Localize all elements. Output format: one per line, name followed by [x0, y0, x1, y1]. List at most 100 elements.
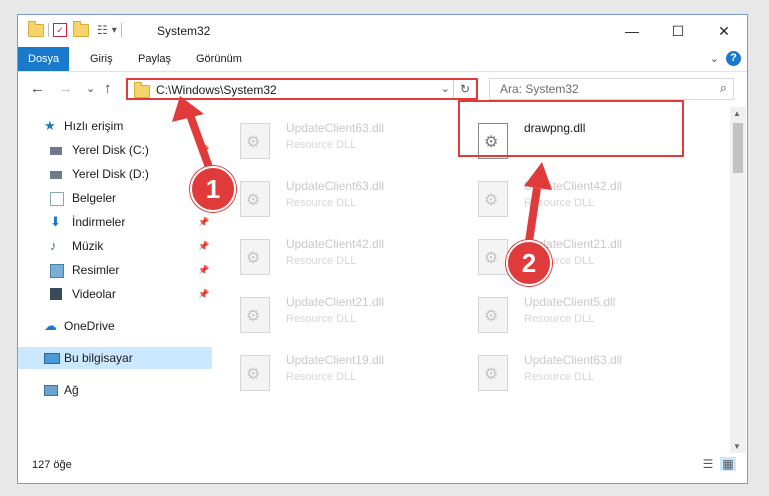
view-icon[interactable]: ☷	[97, 23, 108, 37]
close-button[interactable]: ✕	[701, 15, 747, 47]
sidebar-item-label: Yerel Disk (D:)	[72, 167, 149, 181]
scroll-up-icon[interactable]: ▲	[733, 109, 741, 118]
file-item[interactable]: UpdateClient5.dll Resource DLL	[466, 289, 696, 341]
file-item[interactable]: UpdateClient63.dll Resource DLL	[228, 115, 458, 167]
dll-file-icon	[240, 355, 270, 391]
sidebar-item-label: Ağ	[64, 383, 79, 397]
pin-icon[interactable]: 📌	[198, 283, 209, 305]
address-bar[interactable]: C:\Windows\System32 ⌄ ↻	[126, 78, 478, 100]
sidebar-item-quick-access[interactable]: ★ Hızlı erişim	[18, 115, 212, 137]
dll-file-icon	[240, 123, 270, 159]
quick-access-toolbar: ✓ ☷ ▾	[28, 20, 126, 37]
dll-file-icon	[240, 297, 270, 333]
file-type: Resource DLL	[286, 255, 357, 267]
dll-file-icon	[240, 239, 270, 275]
sidebar-item-label: İndirmeler	[72, 215, 126, 229]
file-item[interactable]: UpdateClient42.dll Resource DLL	[466, 173, 696, 225]
pin-icon[interactable]: 📌	[198, 259, 209, 281]
minimize-button[interactable]: —	[609, 15, 655, 47]
title-bar: ✓ ☷ ▾ System32 — ☐ ✕	[18, 15, 747, 47]
target-file-highlight	[458, 100, 684, 157]
tab-gorunum[interactable]: Görünüm	[186, 47, 252, 71]
sidebar-item-music[interactable]: ♪ Müzik 📌	[18, 235, 212, 257]
file-item[interactable]: UpdateClient63.dll Resource DLL	[228, 173, 458, 225]
scroll-down-icon[interactable]: ▼	[733, 442, 741, 451]
vertical-scrollbar[interactable]: ▲ ▼	[730, 107, 746, 453]
recent-locations-button[interactable]: ⌄	[86, 82, 95, 95]
pin-icon[interactable]: 📌	[198, 235, 209, 257]
sidebar-item-videos[interactable]: Videolar 📌	[18, 283, 212, 305]
folder-icon	[134, 82, 150, 98]
sidebar-item-label: Resimler	[72, 263, 120, 277]
sidebar-item-label: OneDrive	[64, 319, 115, 333]
music-icon: ♪	[50, 238, 57, 253]
pictures-icon	[50, 264, 64, 278]
file-type: Resource DLL	[286, 139, 357, 151]
file-name: UpdateClient63.dll	[286, 121, 385, 135]
file-item[interactable]: UpdateClient42.dll Resource DLL	[228, 231, 458, 283]
sidebar-item-label: Müzik	[72, 239, 104, 253]
documents-icon	[50, 192, 64, 206]
star-icon: ★	[44, 118, 56, 133]
network-icon	[44, 385, 58, 396]
search-icon[interactable]: ⌕	[720, 80, 727, 96]
refresh-button[interactable]: ↻	[453, 80, 476, 98]
large-icons-view-icon[interactable]: ▦	[720, 457, 736, 471]
drive-icon	[50, 147, 62, 155]
dll-file-icon	[478, 355, 508, 391]
sidebar-item-downloads[interactable]: ⬇ İndirmeler 📌	[18, 211, 212, 233]
file-type: Resource DLL	[286, 313, 357, 325]
file-name: UpdateClient19.dll	[286, 353, 385, 367]
dll-file-icon	[478, 297, 508, 333]
search-box[interactable]: Ara: System32 ⌕	[489, 78, 734, 100]
sidebar-item-label: Videolar	[72, 287, 116, 301]
sidebar-item-network[interactable]: Ağ	[18, 379, 212, 401]
pin-icon[interactable]: 📌	[198, 139, 209, 161]
back-button[interactable]: ←	[30, 80, 45, 97]
tab-dosya[interactable]: Dosya	[18, 47, 70, 71]
sidebar-item-this-pc[interactable]: Bu bilgisayar	[18, 347, 212, 369]
file-item[interactable]: UpdateClient19.dll Resource DLL	[228, 347, 458, 399]
sidebar-item-pictures[interactable]: Resimler 📌	[18, 259, 212, 281]
sidebar-item-label: Belgeler	[72, 191, 117, 205]
downloads-icon: ⬇	[50, 214, 61, 229]
tab-giris[interactable]: Giriş	[80, 47, 123, 71]
up-button[interactable]: ↑	[104, 80, 112, 97]
tab-paylas[interactable]: Paylaş	[128, 47, 181, 71]
file-name: UpdateClient63.dll	[286, 179, 385, 193]
sidebar-item-onedrive[interactable]: ☁ OneDrive	[18, 315, 212, 337]
sidebar-item-disk-d[interactable]: Yerel Disk (D:) 📌	[18, 163, 212, 185]
onedrive-icon: ☁	[44, 318, 57, 333]
customize-toolbar-icon[interactable]: ▾	[112, 25, 117, 36]
forward-button[interactable]: →	[58, 80, 73, 97]
address-path[interactable]: C:\Windows\System32	[156, 83, 277, 97]
sidebar-item-label: Hızlı erişim	[64, 119, 124, 133]
scrollbar-thumb[interactable]	[733, 123, 743, 173]
toolbar-divider	[120, 23, 122, 37]
file-type: Resource DLL	[286, 371, 357, 383]
file-item[interactable]: UpdateClient21.dll Resource DLL	[228, 289, 458, 341]
properties-icon[interactable]: ✓	[53, 23, 67, 37]
file-name: UpdateClient21.dll	[286, 295, 385, 309]
dll-file-icon	[240, 181, 270, 217]
dll-file-icon	[478, 181, 508, 217]
sidebar-item-disk-c[interactable]: Yerel Disk (C:) 📌	[18, 139, 212, 161]
maximize-button[interactable]: ☐	[655, 15, 701, 47]
collapse-ribbon-icon[interactable]: ⌄	[710, 52, 719, 65]
window-title: System32	[157, 24, 211, 38]
help-icon[interactable]: ?	[726, 51, 741, 66]
address-dropdown-icon[interactable]: ⌄	[441, 82, 450, 95]
file-type: Resource DLL	[524, 313, 595, 325]
file-item[interactable]: UpdateClient21.dll Resource DLL	[466, 231, 696, 283]
new-folder-icon[interactable]	[73, 20, 89, 37]
sidebar-item-documents[interactable]: Belgeler 📌	[18, 187, 212, 209]
item-count: 127 öğe	[32, 459, 72, 471]
pin-icon[interactable]: 📌	[198, 211, 209, 233]
file-item[interactable]: UpdateClient63.dll Resource DLL	[466, 347, 696, 399]
step-1-badge: 1	[190, 166, 236, 212]
toolbar-divider	[48, 23, 49, 37]
details-view-icon[interactable]: ☰	[700, 457, 716, 471]
search-placeholder[interactable]: Ara: System32	[500, 82, 579, 96]
folder-icon[interactable]	[28, 20, 44, 37]
step-2-badge: 2	[506, 240, 552, 286]
